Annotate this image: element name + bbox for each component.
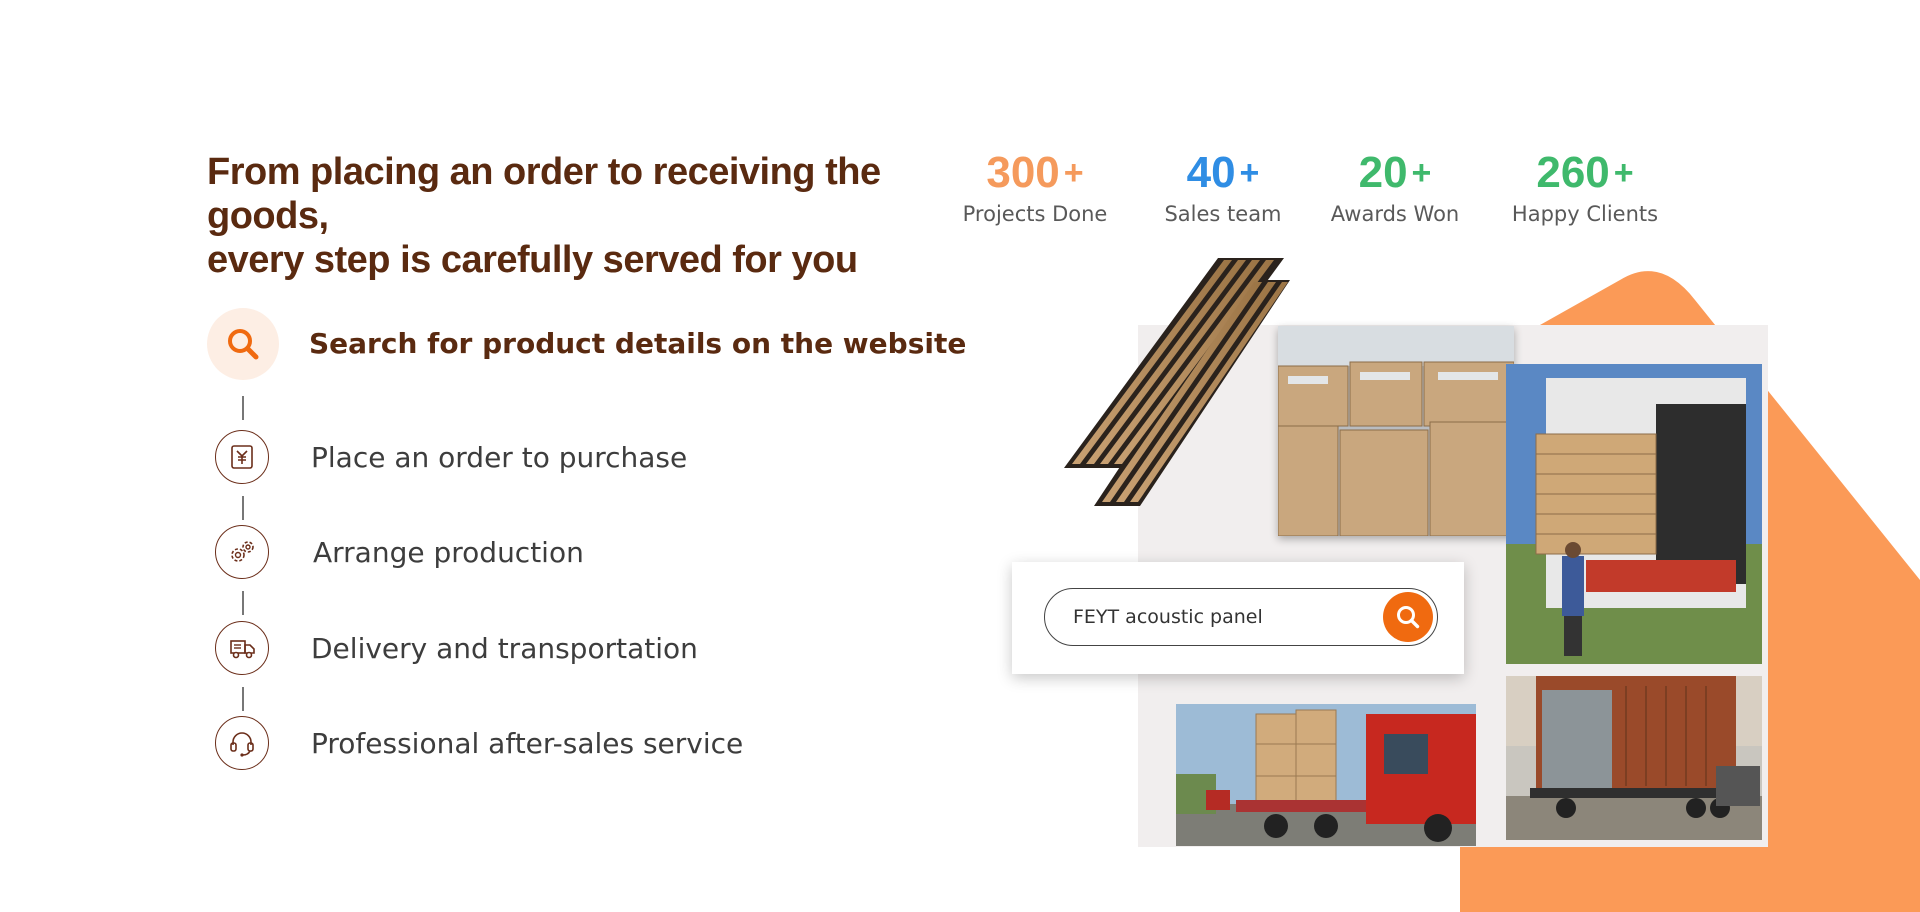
stat-sales-team: 40 + Sales team <box>1128 148 1318 226</box>
yuan-purchase-icon <box>231 445 253 469</box>
step-delivery-circle <box>215 621 269 675</box>
stats-row: 300 + Projects Done 40 + Sales team 20 + Aw… <box>940 148 1660 238</box>
search-card: FEYT acoustic panel <box>1012 562 1464 674</box>
step-connector <box>242 396 244 420</box>
step-search-circle <box>207 308 279 380</box>
step-after-sales-circle <box>215 716 269 770</box>
acoustic-panel-product-image <box>1058 258 1290 508</box>
stat-projects-done: 300 + Projects Done <box>940 148 1130 226</box>
truck-icon <box>230 640 255 659</box>
step-production-label: Arrange production <box>313 536 584 569</box>
stat-projects-value: 300 + <box>986 148 1084 197</box>
step-after-sales-label: Professional after-sales service <box>311 727 744 760</box>
search-icon <box>1397 606 1420 629</box>
stat-happy-clients: 260 + Happy Clients <box>1490 148 1680 226</box>
step-search-product[interactable]: Search for product details on the websit… <box>207 308 966 380</box>
gears-icon <box>231 541 254 562</box>
headline-line-1: From placing an order to receiving the g… <box>207 151 881 237</box>
search-query-text[interactable]: FEYT acoustic panel <box>1073 589 1263 645</box>
step-delivery[interactable]: Delivery and transportation <box>207 613 927 685</box>
search-input[interactable]: FEYT acoustic panel <box>1044 588 1438 646</box>
step-after-sales[interactable]: Professional after-sales service <box>207 708 927 780</box>
step-arrange-production[interactable]: Arrange production <box>207 517 927 589</box>
step-order-label: Place an order to purchase <box>311 441 688 474</box>
loaded-truck-photo <box>1176 704 1476 846</box>
headline-line-2: every step is carefully served for you <box>207 239 858 281</box>
step-search-label: Search for product details on the websit… <box>309 327 967 360</box>
stat-awards-won: 20 + Awards Won <box>1300 148 1490 226</box>
step-place-order[interactable]: Place an order to purchase <box>207 422 927 494</box>
search-button[interactable] <box>1383 592 1433 642</box>
container-loading-photo <box>1506 364 1762 664</box>
container-truck-photo <box>1506 676 1762 840</box>
stat-projects-label: Projects Done <box>962 202 1108 226</box>
step-order-circle <box>215 430 269 484</box>
stat-clients-value: 260 + <box>1536 148 1634 197</box>
stat-sales-value: 40 + <box>1186 148 1260 197</box>
warehouse-boxes-photo <box>1278 326 1514 536</box>
step-production-circle <box>215 525 269 579</box>
process-steps: Search for product details on the websit… <box>207 308 966 788</box>
stat-clients-label: Happy Clients <box>1511 202 1659 226</box>
page-headline: From placing an order to receiving the g… <box>207 150 947 282</box>
headset-icon <box>230 732 254 757</box>
stat-awards-label: Awards Won <box>1330 202 1460 226</box>
step-connector <box>242 591 244 615</box>
stat-awards-value: 20 + <box>1358 148 1432 197</box>
search-icon <box>228 329 259 360</box>
stat-sales-label: Sales team <box>1164 202 1282 226</box>
step-delivery-label: Delivery and transportation <box>311 632 698 665</box>
